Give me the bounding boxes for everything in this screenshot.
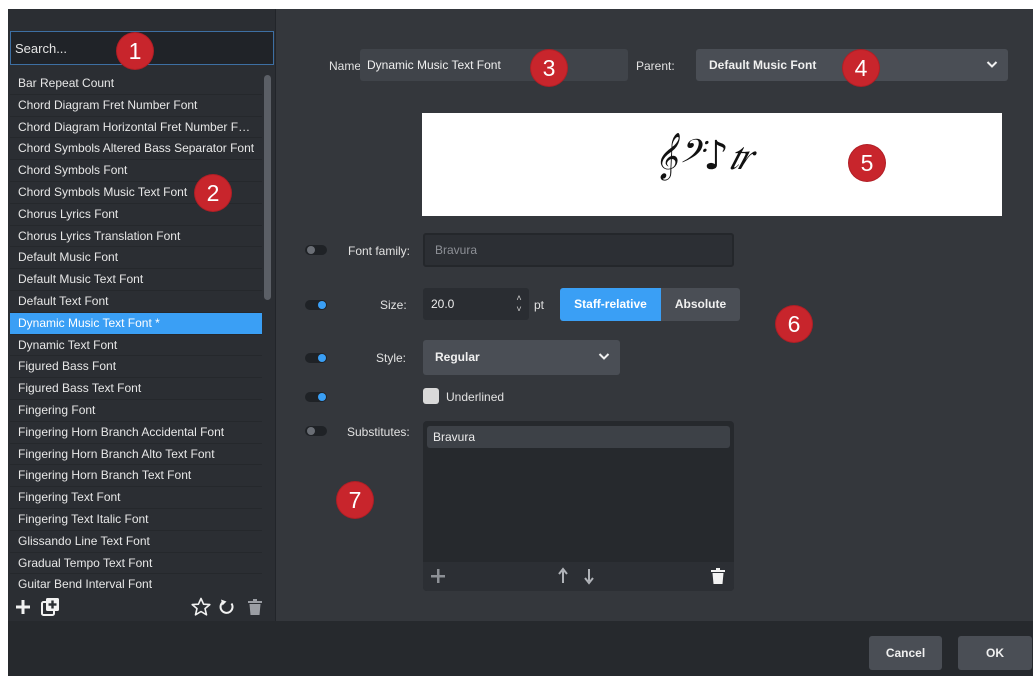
plus-icon[interactable] (12, 595, 34, 619)
list-item[interactable]: Figured Bass Text Font (10, 378, 262, 400)
star-icon[interactable] (190, 595, 212, 619)
list-item[interactable]: Default Music Font (10, 247, 262, 270)
style-label: Style: (376, 351, 407, 365)
size-stepper[interactable]: ˄ ˅ (513, 289, 525, 319)
list-item[interactable]: Chord Diagram Horizontal Fret Number F… (10, 117, 262, 139)
toggle-knob (318, 301, 326, 309)
duplicate-icon[interactable] (38, 595, 62, 619)
list-item[interactable]: Dynamic Text Font (10, 335, 262, 357)
callout-4: 4 (843, 50, 879, 86)
underlined-checkbox[interactable] (423, 388, 439, 404)
callout-3: 3 (531, 50, 567, 86)
font-family-toggle[interactable] (305, 245, 327, 255)
edit-font-styles-dialog: Bar Repeat CountChord Diagram Fret Numbe… (8, 9, 1033, 676)
list-scrollbar[interactable] (262, 73, 272, 593)
size-toggle[interactable] (305, 300, 327, 310)
list-item[interactable]: Guitar Bend Interval Font (10, 574, 262, 593)
trash-icon[interactable] (245, 595, 265, 619)
toggle-knob (307, 246, 315, 254)
list-item[interactable]: Gradual Tempo Text Font (10, 553, 262, 575)
underlined-label: Underlined (446, 390, 505, 404)
callout-2: 2 (195, 175, 231, 211)
list-item[interactable]: Fingering Text Italic Font (10, 509, 262, 531)
reset-icon[interactable] (217, 595, 237, 619)
list-item[interactable]: Fingering Text Font (10, 487, 262, 509)
chevron-down-icon (598, 340, 610, 375)
size-unit: pt (534, 298, 545, 312)
substitutes-toolbar (423, 562, 734, 591)
style-toggle[interactable] (305, 353, 327, 363)
list-item[interactable]: Fingering Horn Branch Text Font (10, 465, 262, 488)
list-item[interactable]: Glissando Line Text Font (10, 531, 262, 553)
list-toolbar (8, 595, 276, 621)
font-styles-list-panel: Bar Repeat CountChord Diagram Fret Numbe… (8, 9, 276, 621)
font-styles-list: Bar Repeat Count Chord Diagram Fret Numbe… (10, 73, 262, 593)
move-down-icon[interactable] (583, 567, 595, 588)
chevron-down-icon (986, 49, 998, 81)
list-item[interactable]: Bar Repeat Count (10, 73, 262, 95)
font-preview: 𝄞𝄢♪𝆖 (422, 113, 1002, 216)
style-select[interactable]: Regular (423, 340, 620, 375)
chevron-down-icon[interactable]: ˅ (516, 304, 521, 315)
underline-toggle[interactable] (305, 392, 327, 402)
list-item[interactable]: Fingering Font (10, 400, 262, 422)
font-family-label: Font family: (348, 244, 411, 258)
list-item[interactable]: Fingering Horn Branch Alto Text Font (10, 444, 262, 466)
toggle-knob (318, 393, 326, 401)
substitutes-toggle[interactable] (305, 426, 327, 436)
font-style-editor: Name: Dynamic Music Text Font Parent: De… (276, 9, 1033, 621)
callout-6: 6 (776, 306, 812, 342)
substitute-item[interactable]: Bravura (427, 426, 730, 448)
list-item[interactable]: Figured Bass Font (10, 356, 262, 379)
chevron-up-icon[interactable]: ˄ (516, 293, 521, 304)
toggle-knob (307, 427, 315, 435)
list-item[interactable]: Dynamic Music Text Font * (10, 312, 262, 335)
font-family-field[interactable]: Bravura (423, 233, 734, 267)
trash-icon[interactable] (710, 567, 726, 588)
callout-7: 7 (337, 482, 373, 518)
callout-5: 5 (849, 145, 885, 181)
absolute-button[interactable]: Absolute (661, 288, 740, 321)
list-item[interactable]: Fingering Horn Branch Accidental Font (10, 422, 262, 444)
staff-relative-button[interactable]: Staff-relative (560, 288, 661, 321)
parent-select-value: Default Music Font (709, 58, 817, 72)
callout-1: 1 (117, 33, 153, 69)
name-field[interactable]: Dynamic Music Text Font (360, 49, 628, 81)
plus-icon[interactable] (429, 567, 447, 588)
ok-button[interactable]: OK (958, 636, 1032, 670)
list-item[interactable]: Chord Diagram Fret Number Font (10, 95, 262, 117)
style-select-value: Regular (435, 350, 480, 364)
move-up-icon[interactable] (557, 567, 569, 588)
list-item[interactable]: Default Text Font (10, 291, 262, 313)
substitutes-label: Substitutes: (347, 425, 410, 439)
list-item[interactable]: Chord Symbols Altered Bass Separator Fon… (10, 138, 262, 161)
preview-glyphs: 𝄞𝄢♪𝆖 (654, 133, 752, 179)
list-item[interactable]: Default Music Text Font (10, 269, 262, 291)
size-label: Size: (380, 298, 407, 312)
cancel-button[interactable]: Cancel (869, 636, 942, 670)
scroll-thumb[interactable] (264, 75, 271, 300)
toggle-knob (318, 354, 326, 362)
list-item[interactable]: Chorus Lyrics Translation Font (10, 226, 262, 248)
parent-label: Parent: (636, 59, 675, 73)
